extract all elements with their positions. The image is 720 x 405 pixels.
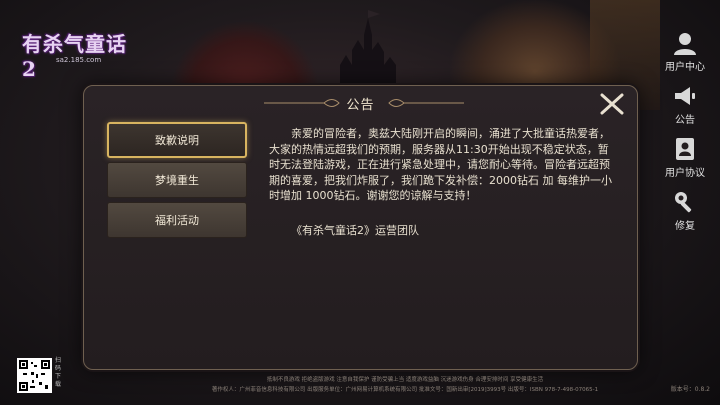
dialog-title: 公告 [346,98,375,113]
announcement-body: 亲爱的冒险者，奥兹大陆刚开启的瞬间，涌进了大批童话热爱者，大家的热情远超我们的预… [269,127,612,202]
side-item-user-center[interactable]: 用户中心 [660,30,710,73]
side-item-repair[interactable]: 修复 [660,189,710,232]
tab-dream-rebirth[interactable]: 梦境重生 [107,162,247,198]
side-item-label: 修复 [675,221,695,232]
logo-url: sa2.185.com [56,56,102,64]
tab-welfare-events[interactable]: 福利活动 [107,202,247,238]
version-label: 版本号：0.8.2 [670,386,710,393]
megaphone-icon [675,87,695,105]
user-document-icon [676,138,694,160]
announcement-dialog: 公告 致歉说明 梦境重生 福利活动 亲爱的冒险者，奥兹大陆刚开启的瞬间，涌进了大… [83,85,638,370]
footer-line: 抵制不良游戏 拒绝盗版游戏 注意自我保护 谨防受骗上当 适度游戏益脑 沉迷游戏伤… [266,377,544,383]
side-item-label: 公告 [675,115,695,126]
footer-line: 著作权人：广州菲音信息科技有限公司 出版服务单位：广州网易计算机系统有限公司 批… [211,387,599,393]
download-qr-code [17,358,52,393]
dialog-header: 公告 [84,86,637,120]
tab-apology[interactable]: 致歉说明 [107,122,247,158]
qr-label: 扫码下载 [55,357,62,388]
announcement-signature: 《有杀气童话2》运营团队 [291,223,419,237]
side-item-user-agreement[interactable]: 用户协议 [660,136,710,179]
close-icon[interactable] [599,92,625,116]
wrench-icon [675,192,692,213]
user-icon [674,33,696,55]
side-menu: 用户中心 公告 用户协议 修复 [660,30,710,242]
logo-title: 有杀气童话2 [22,32,127,81]
game-logo: 有杀气童话2 sa2.185.com [18,20,128,81]
footer-legal: 抵制不良游戏 拒绝盗版游戏 注意自我保护 谨防受骗上当 适度游戏益脑 沉迷游戏伤… [160,375,650,395]
side-item-label: 用户协议 [665,168,705,179]
side-item-label: 用户中心 [665,62,705,73]
side-item-announcement[interactable]: 公告 [660,83,710,126]
tab-list: 致歉说明 梦境重生 福利活动 [107,122,247,242]
announcement-content: 亲爱的冒险者，奥兹大陆刚开启的瞬间，涌进了大批童话热爱者，大家的热情远超我们的预… [269,126,619,238]
qr-code-icon [19,360,50,391]
